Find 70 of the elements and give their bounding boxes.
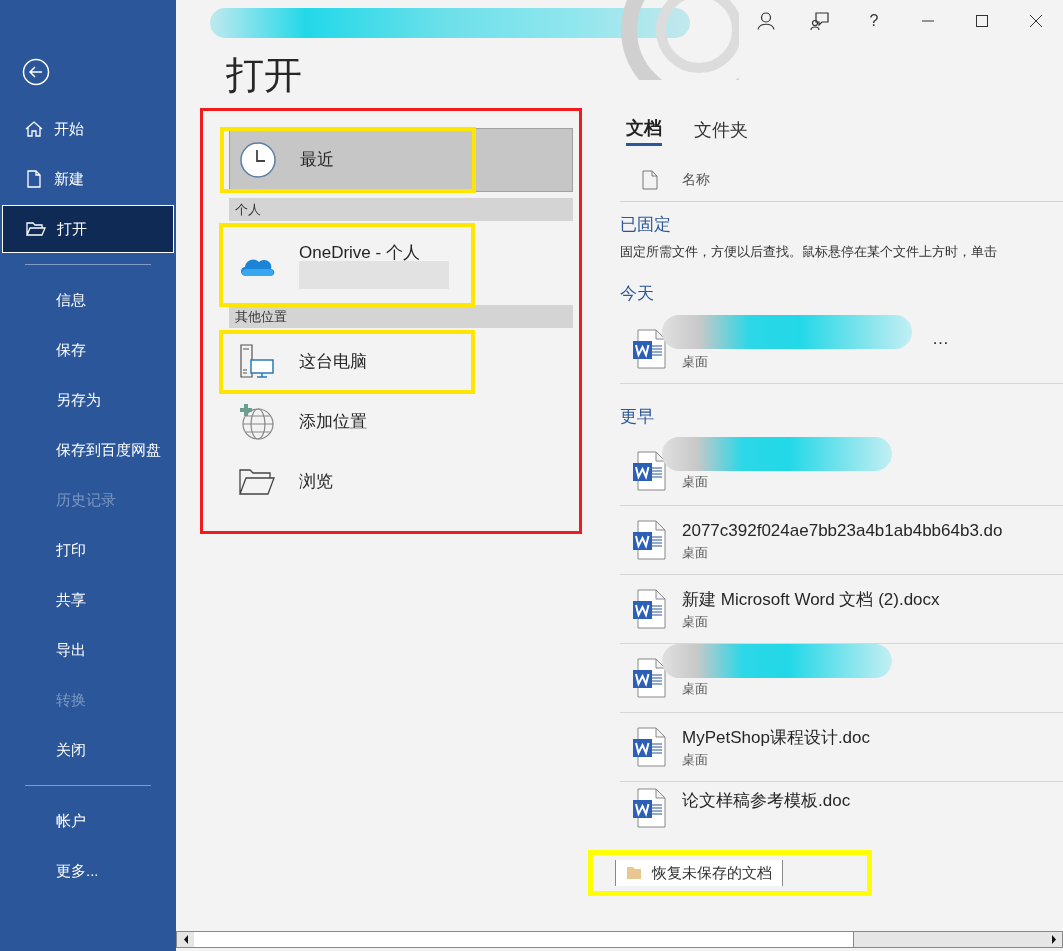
- sidebar-item[interactable]: 另存为: [2, 376, 174, 424]
- sidebar-item[interactable]: 打开: [2, 205, 174, 253]
- file-location: 桌面: [682, 473, 708, 492]
- sidebar-item[interactable]: 打印: [2, 526, 174, 574]
- column-header: 名称: [682, 170, 710, 189]
- feedback-icon: [810, 11, 830, 31]
- section-header: 其他位置: [229, 305, 573, 328]
- file-row[interactable]: … 桌面: [620, 314, 1063, 384]
- sidebar-item[interactable]: 更多...: [2, 847, 174, 895]
- word-document-icon: [632, 727, 668, 767]
- maximize-icon: [976, 15, 988, 27]
- pinned-description: 固定所需文件，方便以后查找。鼠标悬停在某个文件上方时，单击: [620, 242, 998, 261]
- sidebar-item[interactable]: 导出: [2, 626, 174, 674]
- sidebar-item[interactable]: 新建: [2, 155, 174, 203]
- file-location: 桌面: [682, 544, 709, 562]
- file-row[interactable]: 论文样稿参考模板.doc: [620, 782, 1063, 836]
- file-name: 论文样稿参考模板.doc: [682, 790, 851, 812]
- sidebar-item[interactable]: 保存到百度网盘: [2, 426, 174, 474]
- close-icon: [1030, 15, 1042, 27]
- file-location: 桌面: [682, 751, 709, 769]
- file-location: 桌面: [682, 613, 709, 631]
- help-button[interactable]: ?: [847, 0, 901, 42]
- file-row[interactable]: 桌面: [620, 644, 1063, 713]
- place-item[interactable]: OneDrive - 个人: [229, 225, 573, 305]
- folder-icon: [25, 219, 47, 239]
- tab[interactable]: 文档: [626, 114, 662, 146]
- word-document-icon: [632, 328, 668, 369]
- document-icon: [642, 169, 658, 190]
- place-item[interactable]: 这台电脑: [229, 332, 573, 392]
- file-row[interactable]: MyPetShop课程设计.doc 桌面: [620, 713, 1063, 782]
- scroll-left-icon: [183, 935, 188, 944]
- sidebar-item[interactable]: 共享: [2, 576, 174, 624]
- file-location: 桌面: [682, 680, 708, 699]
- recover-button[interactable]: 恢复未保存的文档: [615, 860, 783, 886]
- document-icon: [24, 169, 44, 189]
- minimize-icon: [922, 20, 934, 22]
- file-name: 2077c392f024ae7bb23a4b1ab4bb64b3.do: [682, 519, 1003, 542]
- file-row[interactable]: 2077c392f024ae7bb23a4b1ab4bb64b3.do 桌面: [620, 506, 1063, 575]
- back-button[interactable]: [22, 58, 50, 86]
- page-title: 打开: [226, 53, 303, 98]
- folder-icon: [626, 866, 644, 880]
- scroll-right-icon: [1051, 935, 1056, 944]
- folder-icon: [238, 468, 276, 496]
- file-name: MyPetShop课程设计.doc: [682, 726, 870, 749]
- word-document-icon: [632, 520, 668, 560]
- clock-icon: [239, 141, 277, 179]
- section-title: 今天: [620, 283, 655, 305]
- tab[interactable]: 文件夹: [694, 114, 748, 146]
- section-title: 更早: [620, 405, 655, 428]
- sidebar-item[interactable]: 帐户: [2, 797, 174, 845]
- sidebar-item[interactable]: 信息: [2, 276, 174, 324]
- sidebar-item[interactable]: 开始: [2, 105, 174, 153]
- place-item[interactable]: 浏览: [229, 452, 573, 512]
- file-location: 桌面: [682, 352, 709, 371]
- word-document-icon: [632, 658, 668, 698]
- word-document-icon: [632, 788, 668, 828]
- person-icon: [757, 12, 775, 30]
- home-icon: [24, 119, 44, 139]
- file-row[interactable]: 桌面: [620, 437, 1063, 506]
- globe-add-icon: [238, 403, 276, 441]
- word-document-icon: [632, 451, 668, 491]
- sidebar-item[interactable]: 保存: [2, 326, 174, 374]
- file-name: …: [932, 328, 949, 350]
- place-item[interactable]: 添加位置: [229, 392, 573, 452]
- sidebar-item[interactable]: 关闭: [2, 726, 174, 774]
- section-title: 已固定: [620, 214, 672, 236]
- computer-icon: [238, 343, 276, 381]
- section-header: 个人: [229, 198, 573, 221]
- file-name: 新建 Microsoft Word 文档 (2).docx: [682, 588, 940, 611]
- word-document-icon: [632, 589, 668, 629]
